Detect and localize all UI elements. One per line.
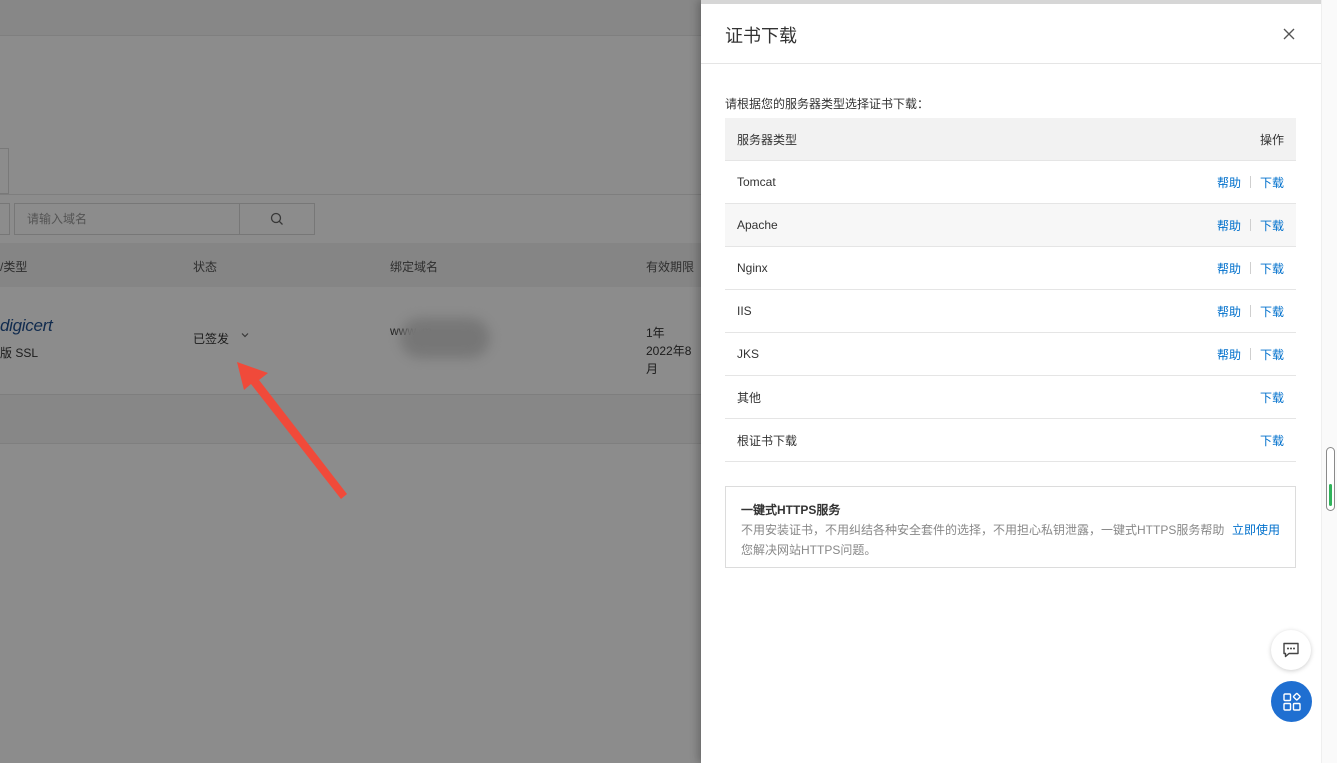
drawer-header: 证书下载 — [701, 4, 1321, 64]
drawer-title: 证书下载 — [725, 26, 797, 46]
certificate-download-drawer: 证书下载 请根据您的服务器类型选择证书下载： 服务器类型 操作 Tomcat 帮… — [701, 0, 1321, 763]
scrollbar-indicator — [1329, 484, 1332, 506]
promo-title: 一键式HTTPS服务 — [741, 503, 841, 517]
divider — [1249, 176, 1251, 188]
apps-icon — [1282, 692, 1301, 711]
server-name: 根证书下载 — [737, 433, 798, 448]
server-row-iis: IIS 帮助 下载 — [725, 290, 1296, 333]
col-server-type: 服务器类型 — [737, 132, 798, 147]
modal-mask[interactable] — [0, 0, 701, 763]
drawer-intro: 请根据您的服务器类型选择证书下载： — [725, 97, 930, 111]
server-type-table: 服务器类型 操作 Tomcat 帮助 下载 Apache 帮助 下载 Nginx… — [725, 118, 1296, 462]
download-link[interactable]: 下载 — [1260, 217, 1284, 234]
close-button[interactable] — [1279, 24, 1299, 44]
row-operations: 下载 — [1260, 389, 1284, 406]
row-operations: 帮助 下载 — [1217, 346, 1284, 363]
chat-button[interactable] — [1271, 630, 1311, 670]
page-scrollbar[interactable] — [1321, 0, 1337, 763]
server-row-tomcat: Tomcat 帮助 下载 — [725, 161, 1296, 204]
server-name: IIS — [737, 304, 752, 318]
download-link[interactable]: 下载 — [1260, 174, 1284, 191]
apps-button[interactable] — [1271, 681, 1312, 722]
server-name: Apache — [737, 218, 778, 232]
background-page: 请输入域名 /类型 状态 绑定域名 有效期限 digicert 版 SSL 已签… — [0, 0, 701, 763]
row-operations: 帮助 下载 — [1217, 260, 1284, 277]
download-link[interactable]: 下载 — [1260, 432, 1284, 449]
divider — [1249, 262, 1251, 274]
promo-description: 不用安装证书，不用纠结各种安全套件的选择，不用担心私钥泄露，一键式HTTPS服务… — [741, 523, 1225, 557]
row-operations: 帮助 下载 — [1217, 174, 1284, 191]
row-operations: 帮助 下载 — [1217, 217, 1284, 234]
download-link[interactable]: 下载 — [1260, 346, 1284, 363]
help-link[interactable]: 帮助 — [1217, 303, 1241, 320]
help-link[interactable]: 帮助 — [1217, 174, 1241, 191]
divider — [1249, 219, 1251, 231]
download-link[interactable]: 下载 — [1260, 303, 1284, 320]
server-row-apache: Apache 帮助 下载 — [725, 204, 1296, 247]
help-link[interactable]: 帮助 — [1217, 217, 1241, 234]
server-name: 其他 — [737, 390, 762, 405]
download-link[interactable]: 下载 — [1260, 389, 1284, 406]
https-service-promo: 一键式HTTPS服务 不用安装证书，不用纠结各种安全套件的选择，不用担心私钥泄露… — [725, 486, 1296, 568]
divider — [1249, 305, 1251, 317]
server-row-jks: JKS 帮助 下载 — [725, 333, 1296, 376]
help-link[interactable]: 帮助 — [1217, 260, 1241, 277]
chat-icon — [1283, 642, 1299, 658]
server-name: JKS — [737, 347, 760, 361]
scrollbar-thumb[interactable] — [1326, 447, 1335, 511]
col-operations: 操作 — [1259, 132, 1284, 147]
row-operations: 帮助 下载 — [1217, 303, 1284, 320]
help-link[interactable]: 帮助 — [1217, 346, 1241, 363]
server-name: Nginx — [737, 261, 768, 275]
server-row-other: 其他 下载 — [725, 376, 1296, 419]
download-link[interactable]: 下载 — [1260, 260, 1284, 277]
close-icon — [1283, 28, 1295, 40]
server-name: Tomcat — [737, 175, 776, 189]
divider — [1249, 348, 1251, 360]
server-table-header: 服务器类型 操作 — [725, 118, 1296, 161]
row-operations: 下载 — [1260, 432, 1284, 449]
server-row-root-cert: 根证书下载 下载 — [725, 419, 1296, 462]
use-now-link[interactable]: 立即使用 — [1232, 520, 1280, 540]
server-row-nginx: Nginx 帮助 下载 — [725, 247, 1296, 290]
